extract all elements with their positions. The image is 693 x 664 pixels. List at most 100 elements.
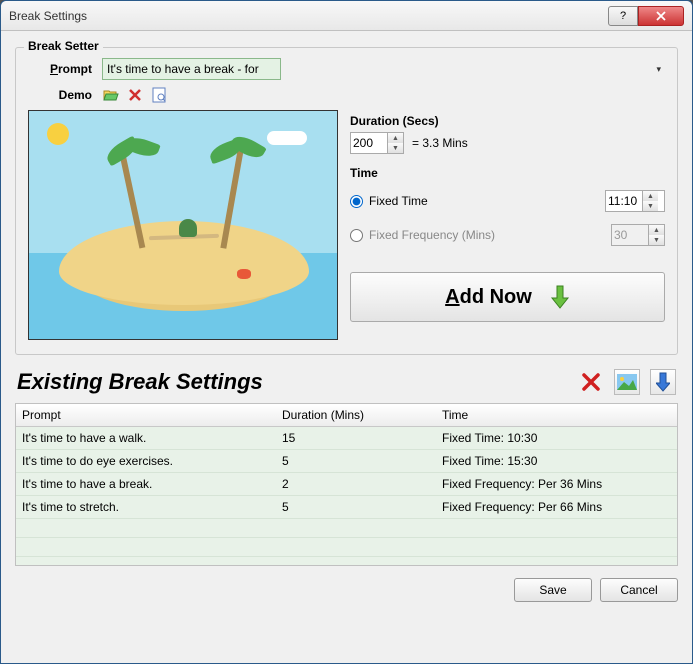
titlebar-buttons: ?	[608, 6, 684, 26]
spin-up-icon: ▲	[649, 225, 664, 235]
demo-preview-image	[28, 110, 338, 340]
down-arrow-icon	[656, 372, 670, 392]
table-row	[16, 538, 677, 557]
cell-prompt: It's time to do eye exercises.	[16, 450, 276, 472]
fixed-freq-spinner: ▲▼	[611, 224, 665, 246]
fixed-time-radio[interactable]	[350, 195, 363, 208]
clear-demo-button[interactable]	[126, 86, 144, 104]
image-icon	[617, 374, 637, 390]
table-row[interactable]: It's time to do eye exercises.5Fixed Tim…	[16, 450, 677, 473]
duration-header: Duration (Secs)	[350, 114, 665, 128]
cancel-button[interactable]: Cancel	[600, 578, 678, 602]
close-icon	[655, 11, 667, 21]
table-row	[16, 519, 677, 538]
close-button[interactable]	[638, 6, 684, 26]
dialog-buttons: Save Cancel	[15, 578, 678, 602]
fixed-freq-input	[612, 225, 648, 245]
delete-x-icon	[580, 371, 602, 393]
spin-down-icon[interactable]: ▼	[643, 201, 658, 211]
content-area: Break Setter Prompt ▾ Demo	[1, 31, 692, 612]
col-header-prompt[interactable]: Prompt	[16, 404, 276, 426]
table-row[interactable]: It's time to have a walk.15Fixed Time: 1…	[16, 427, 677, 450]
open-folder-icon	[103, 88, 119, 102]
fixed-freq-radio[interactable]	[350, 229, 363, 242]
cell-time	[436, 557, 677, 565]
prompt-input[interactable]	[102, 58, 281, 80]
preview-demo-button[interactable]	[150, 86, 168, 104]
fixed-time-radio-label[interactable]: Fixed Time	[350, 194, 428, 208]
cell-time: Fixed Frequency: Per 36 Mins	[436, 473, 677, 495]
cell-duration	[276, 557, 436, 565]
spin-down-icon: ▼	[649, 235, 664, 245]
group-title: Break Setter	[24, 39, 103, 53]
cell-prompt: It's time to have a walk.	[16, 427, 276, 449]
fixed-time-row: Fixed Time ▲▼	[350, 190, 665, 212]
delete-row-button[interactable]	[578, 369, 604, 395]
table-row[interactable]: It's time to stretch.5Fixed Frequency: P…	[16, 496, 677, 519]
table-row[interactable]: It's time to have a break.2Fixed Frequen…	[16, 473, 677, 496]
col-header-time[interactable]: Time	[436, 404, 677, 426]
fixed-freq-row: Fixed Frequency (Mins) ▲▼	[350, 224, 665, 246]
cell-prompt: It's time to stretch.	[16, 496, 276, 518]
titlebar: Break Settings ?	[1, 1, 692, 31]
cell-prompt	[16, 538, 276, 556]
down-arrow-icon	[550, 284, 570, 310]
cell-duration: 5	[276, 496, 436, 518]
spin-down-icon[interactable]: ▼	[388, 143, 403, 153]
demo-row: Demo	[28, 86, 665, 104]
window-title: Break Settings	[9, 9, 608, 23]
existing-toolbar	[578, 369, 676, 395]
fixed-time-text: Fixed Time	[369, 194, 428, 208]
chevron-down-icon[interactable]: ▾	[656, 58, 661, 80]
fixed-freq-text: Fixed Frequency (Mins)	[369, 228, 495, 242]
fixed-time-input[interactable]	[606, 191, 642, 211]
duration-input[interactable]	[351, 133, 387, 153]
dialog-window: Break Settings ? Break Setter Prompt ▾ D…	[0, 0, 693, 664]
cell-time: Fixed Frequency: Per 66 Mins	[436, 496, 677, 518]
cell-duration: 2	[276, 473, 436, 495]
delete-x-icon	[128, 88, 142, 102]
cell-duration	[276, 519, 436, 537]
cell-time: Fixed Time: 10:30	[436, 427, 677, 449]
spin-up-icon[interactable]: ▲	[643, 191, 658, 201]
open-file-button[interactable]	[102, 86, 120, 104]
image-button[interactable]	[614, 369, 640, 395]
table-row	[16, 557, 677, 565]
preview-page-icon	[152, 87, 166, 103]
time-header: Time	[350, 166, 665, 180]
fixed-freq-radio-label[interactable]: Fixed Frequency (Mins)	[350, 228, 495, 242]
spin-up-icon[interactable]: ▲	[388, 133, 403, 143]
duration-mins-equiv: = 3.3 Mins	[412, 136, 468, 150]
fixed-time-spinner[interactable]: ▲▼	[605, 190, 665, 212]
add-now-button[interactable]: Add Now	[350, 272, 665, 322]
save-button[interactable]: Save	[514, 578, 592, 602]
demo-icon-group	[102, 86, 168, 104]
cell-duration: 15	[276, 427, 436, 449]
cell-time: Fixed Time: 15:30	[436, 450, 677, 472]
duration-spinner[interactable]: ▲▼	[350, 132, 404, 154]
table-body: It's time to have a walk.15Fixed Time: 1…	[16, 427, 677, 565]
duration-row: ▲▼ = 3.3 Mins	[350, 132, 665, 154]
break-setter-group: Break Setter Prompt ▾ Demo	[15, 47, 678, 355]
existing-title: Existing Break Settings	[17, 369, 263, 395]
cell-duration	[276, 538, 436, 556]
cell-prompt	[16, 557, 276, 565]
cell-prompt	[16, 519, 276, 537]
existing-table: Prompt Duration (Mins) Time It's time to…	[15, 403, 678, 566]
prompt-label: Prompt	[28, 62, 102, 76]
demo-label: Demo	[28, 88, 102, 102]
cell-time	[436, 538, 677, 556]
body-split: Duration (Secs) ▲▼ = 3.3 Mins Time Fixed…	[28, 110, 665, 340]
settings-column: Duration (Secs) ▲▼ = 3.3 Mins Time Fixed…	[350, 110, 665, 340]
add-now-label: Add Now	[445, 286, 532, 309]
existing-header-row: Existing Break Settings	[17, 369, 676, 395]
help-button[interactable]: ?	[608, 6, 638, 26]
cell-time	[436, 519, 677, 537]
prompt-dropdown[interactable]: ▾	[102, 58, 665, 80]
col-header-duration[interactable]: Duration (Mins)	[276, 404, 436, 426]
cell-prompt: It's time to have a break.	[16, 473, 276, 495]
move-down-button[interactable]	[650, 369, 676, 395]
prompt-row: Prompt ▾	[28, 58, 665, 80]
table-header: Prompt Duration (Mins) Time	[16, 404, 677, 427]
cell-duration: 5	[276, 450, 436, 472]
